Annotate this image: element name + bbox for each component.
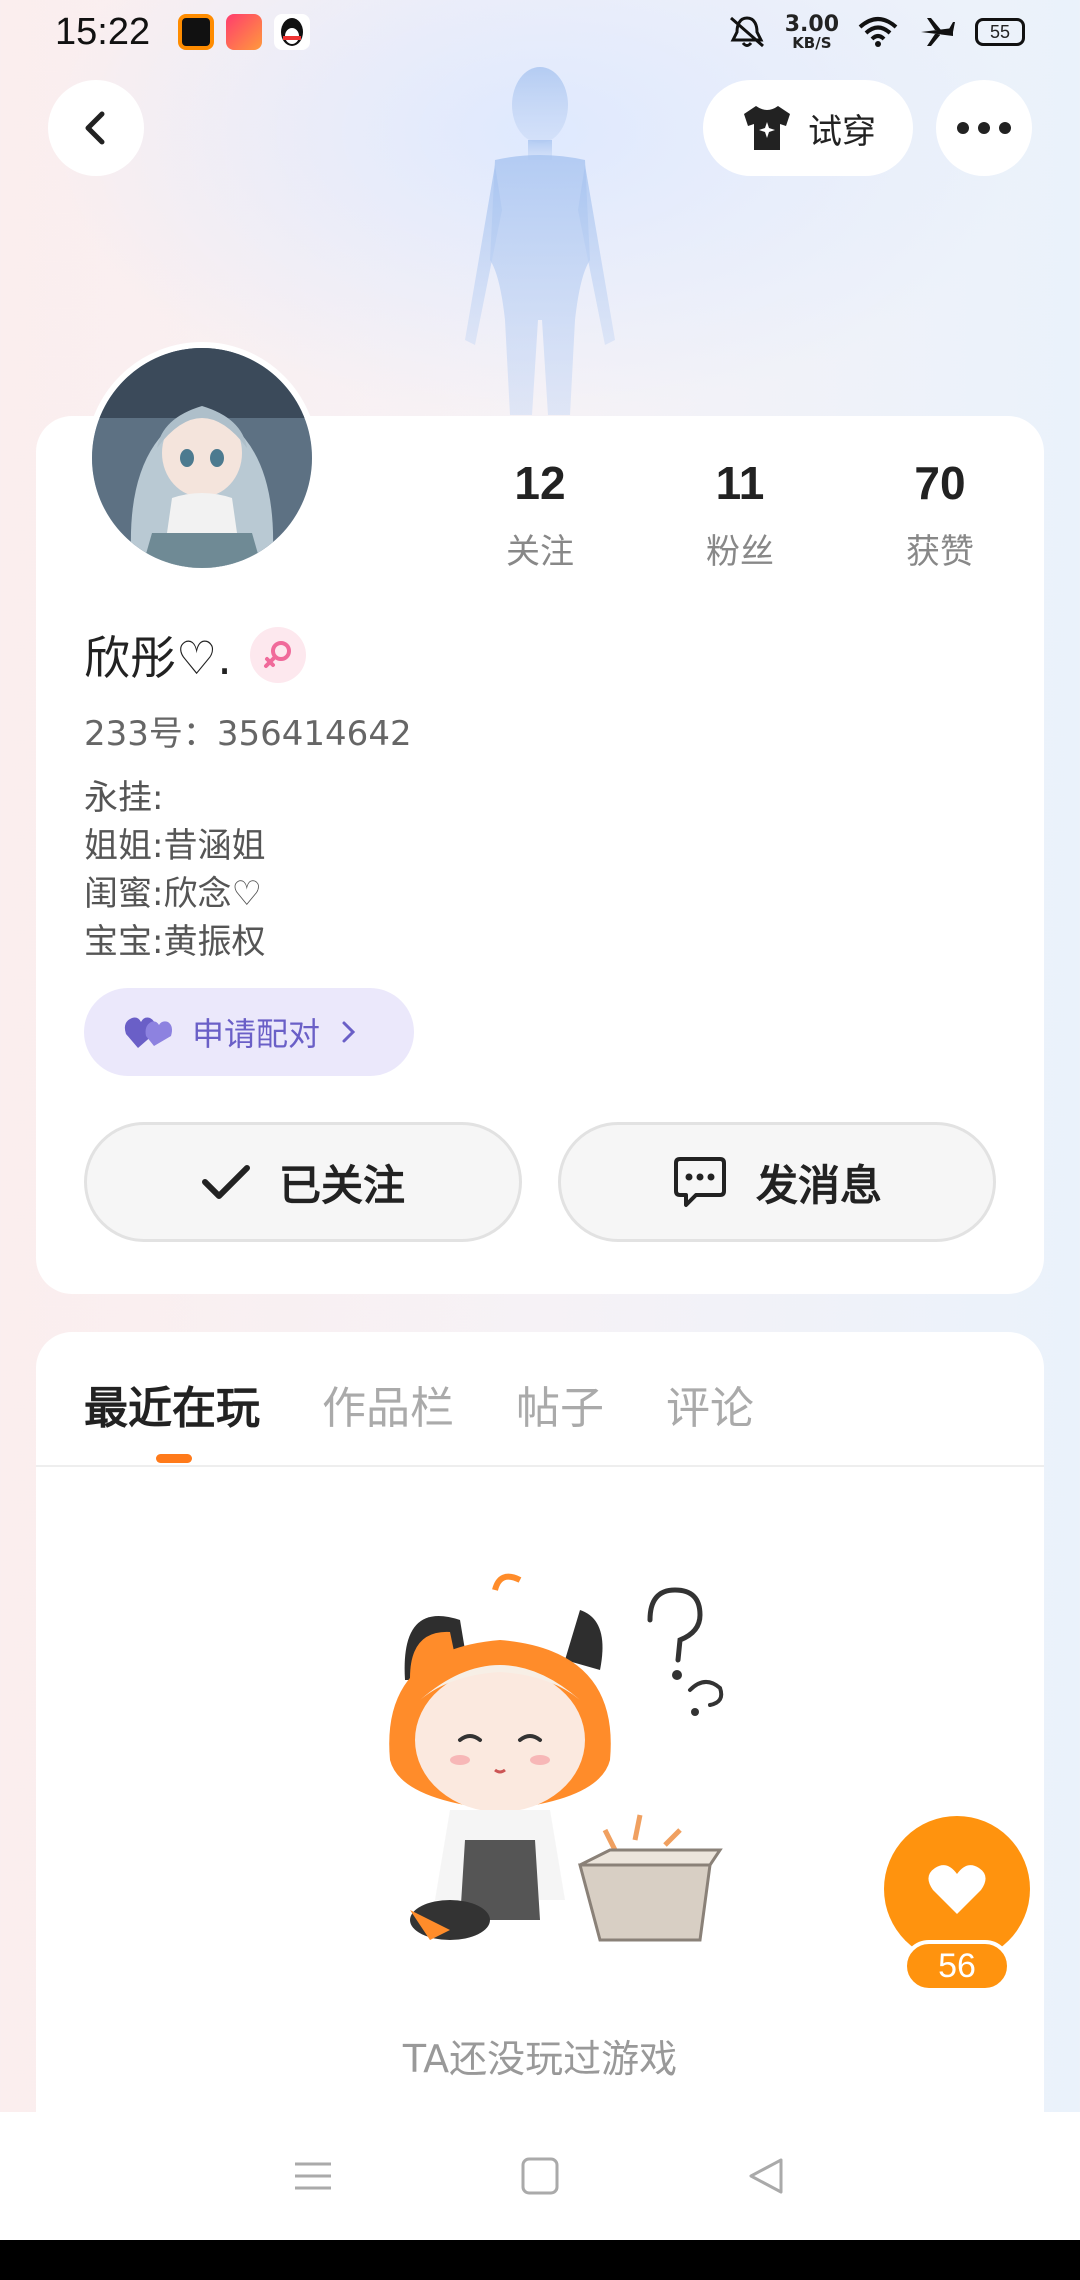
profile-tabs: 最近在玩 作品栏 帖子 评论	[84, 1372, 754, 1436]
avatar-hologram-figure	[465, 67, 615, 415]
anime-avatar-image	[92, 348, 312, 568]
system-navigation-bar	[0, 2112, 1080, 2240]
stat-followers[interactable]: 11 粉丝	[640, 456, 840, 573]
request-pair-button[interactable]: 申请配对	[84, 988, 414, 1076]
bio-line: 闺蜜:欣念♡	[84, 874, 262, 914]
try-on-label: 试穿	[808, 111, 876, 152]
tshirt-icon	[744, 106, 790, 150]
bio-line: 姐姐:昔涵姐	[84, 826, 266, 866]
bio-line: 永挂:	[84, 778, 164, 818]
net-speed-unit: KB/S	[792, 33, 832, 52]
send-message-button[interactable]: 发消息	[558, 1122, 996, 1242]
stat-label: 关注	[506, 532, 574, 572]
request-pair-label: 申请配对	[192, 1015, 321, 1053]
tab-posts[interactable]: 帖子	[516, 1372, 604, 1436]
stat-following[interactable]: 12 关注	[440, 456, 640, 573]
try-on-button[interactable]: 试穿	[703, 80, 913, 176]
net-speed-value: 3.00	[784, 11, 839, 37]
double-heart-icon	[124, 1017, 172, 1048]
tabs-divider	[36, 1465, 1044, 1467]
active-tab-indicator	[156, 1454, 192, 1463]
stat-number: 12	[514, 457, 566, 509]
menu-icon[interactable]	[293, 2160, 333, 2192]
bottom-edge	[0, 2240, 1080, 2280]
bio: 永挂: 姐姐:昔涵姐 闺蜜:欣念♡ 宝宝:黄振权	[84, 774, 265, 966]
stat-label: 获赞	[906, 532, 974, 572]
send-message-label: 发消息	[755, 1160, 882, 1210]
chevron-right-icon	[342, 1021, 356, 1043]
tab-recently-played[interactable]: 最近在玩	[84, 1372, 260, 1436]
name-row: 欣彤♡.	[84, 622, 306, 688]
stat-likes-received[interactable]: 70 获赞	[840, 456, 1040, 573]
app-notification-icon	[226, 14, 263, 50]
tab-works[interactable]: 作品栏	[322, 1372, 454, 1436]
chevron-left-icon	[85, 111, 105, 145]
profile-stats: 12 关注 11 粉丝 70 获赞	[440, 456, 1040, 573]
checkmark-icon	[201, 1165, 250, 1199]
status-notification-icons	[178, 14, 311, 50]
avatar[interactable]	[86, 342, 318, 574]
empty-state-text: TA还没玩过游戏	[402, 2037, 678, 2081]
home-icon[interactable]	[520, 2156, 560, 2196]
mute-bell-icon	[729, 16, 764, 48]
empty-state-illustration	[389, 1573, 724, 1942]
wifi-icon	[858, 17, 898, 47]
like-count-badge: 56	[903, 1940, 1011, 1992]
stat-label: 粉丝	[706, 532, 774, 572]
username: 欣彤♡.	[84, 631, 232, 685]
user-id: 233号：356414642	[84, 714, 412, 754]
battery-indicator: 55	[975, 18, 1025, 46]
more-dots-icon	[957, 122, 1011, 134]
following-label: 已关注	[278, 1160, 405, 1210]
female-gender-icon	[249, 627, 306, 683]
more-options-button[interactable]	[936, 80, 1032, 176]
network-speed: 3.00 KB/S	[784, 11, 839, 52]
app-notification-icon	[178, 14, 215, 50]
status-bar: 15:22 3.00 KB/S 55	[0, 0, 1080, 64]
bio-line: 宝宝:黄振权	[84, 922, 266, 962]
back-button[interactable]	[48, 80, 144, 176]
heart-icon	[928, 1865, 986, 1914]
status-time: 15:22	[55, 10, 151, 53]
following-button[interactable]: 已关注	[84, 1122, 522, 1242]
airplane-icon	[921, 18, 955, 46]
back-triangle-icon[interactable]	[747, 2156, 787, 2196]
qq-penguin-icon	[274, 14, 311, 50]
tab-comments[interactable]: 评论	[666, 1372, 754, 1436]
chat-bubble-icon	[673, 1157, 726, 1207]
stat-number: 70	[914, 457, 966, 509]
stat-number: 11	[715, 457, 765, 509]
